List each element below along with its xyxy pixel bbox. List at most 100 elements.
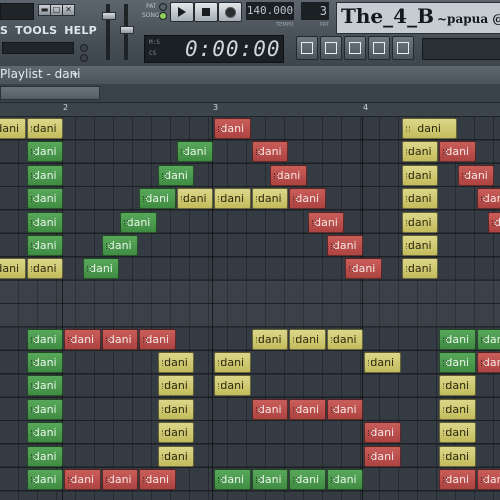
pattern-clip[interactable]: dani [345, 258, 382, 280]
pattern-clip[interactable]: dani [364, 422, 401, 444]
pattern-clip[interactable]: dani [251, 398, 288, 420]
pattern-clip[interactable]: dani [157, 398, 195, 420]
pattern-clip[interactable]: dani [289, 398, 326, 420]
pattern-clip[interactable]: dani [476, 352, 500, 373]
pattern-clip[interactable]: dani [26, 398, 63, 420]
pattern-clip[interactable]: dani [487, 211, 500, 233]
tempo-display[interactable]: 140.000 [246, 2, 294, 20]
pattern-clip[interactable]: dani [401, 211, 438, 233]
pattern-clip[interactable]: dani [176, 141, 213, 163]
pattern-clip[interactable]: dani [326, 469, 363, 490]
pattern-clip[interactable]: dani [26, 141, 63, 163]
pattern-clip[interactable]: dani [214, 469, 251, 490]
pattern-clip[interactable]: dani [401, 258, 438, 280]
pattern-clip[interactable]: dani [26, 211, 63, 233]
step-sequencer-button[interactable] [320, 36, 342, 60]
pattern-clip[interactable]: dani [26, 352, 63, 373]
pattern-clip[interactable]: dani [0, 118, 26, 139]
pattern-clip[interactable]: dani [26, 258, 63, 280]
pattern-clip[interactable]: dani [326, 235, 363, 256]
chevron-down-icon[interactable] [72, 73, 78, 77]
pattern-clip[interactable]: dani [251, 141, 288, 163]
pattern-clip[interactable]: dani [401, 188, 438, 210]
pattern-clip[interactable]: dani [26, 375, 63, 397]
pattern-clip[interactable]: dani [139, 188, 176, 210]
pattern-clip[interactable]: dani [0, 258, 26, 280]
pattern-clip[interactable]: dani [214, 188, 251, 210]
record-button[interactable] [218, 2, 242, 22]
pattern-clip[interactable]: dani [439, 352, 476, 373]
pattern-clip[interactable]: dani [26, 118, 63, 139]
piano-roll-button[interactable] [344, 36, 366, 60]
pattern-clip[interactable]: dani [64, 328, 101, 350]
pattern-clip[interactable]: dani [26, 164, 63, 186]
pattern-clip[interactable]: dani [157, 375, 195, 397]
menu-item-partial[interactable]: S [0, 24, 8, 37]
pattern-clip[interactable]: dani [214, 352, 251, 373]
pattern-clip[interactable]: dani [289, 328, 326, 350]
pattern-clip[interactable]: dani [251, 328, 288, 350]
pattern-clip[interactable]: dani [214, 118, 251, 139]
pattern-clip[interactable]: dani [157, 422, 195, 444]
close-button[interactable]: ✕ [62, 4, 75, 16]
browser-button[interactable] [368, 36, 390, 60]
pattern-clip[interactable]: dani [139, 469, 176, 490]
pattern-clip[interactable]: dani [82, 258, 120, 280]
pattern-clip[interactable]: dani [26, 469, 63, 490]
pattern-clip[interactable]: dani [476, 469, 500, 490]
pattern-mode-led[interactable] [159, 3, 167, 11]
pattern-clip[interactable]: dani [214, 375, 251, 397]
pattern-clip[interactable]: dani [139, 328, 176, 350]
pattern-clip[interactable]: dani [401, 235, 438, 256]
pattern-display[interactable]: 3 [301, 2, 329, 20]
pattern-clip[interactable]: dani [401, 118, 457, 139]
pattern-clip[interactable]: dani [326, 398, 363, 420]
pattern-clip[interactable]: dani [270, 164, 307, 186]
pattern-clip[interactable]: dani [26, 188, 63, 210]
pattern-clip[interactable]: dani [251, 469, 288, 490]
timeline-ruler[interactable]: 2 3 4 [0, 103, 500, 117]
pattern-clip[interactable]: dani [476, 188, 500, 210]
pattern-clip[interactable]: dani [26, 235, 63, 256]
pattern-clip[interactable]: dani [439, 422, 476, 444]
master-volume-fader[interactable] [102, 12, 116, 20]
song-time-display[interactable]: M:S CS 0:00:00 [144, 35, 284, 63]
mixer-button[interactable] [392, 36, 414, 60]
pattern-clip[interactable]: dani [401, 141, 438, 163]
pattern-clip[interactable]: dani [439, 398, 476, 420]
pattern-clip[interactable]: dani [457, 164, 495, 186]
pattern-clip[interactable]: dani [101, 469, 138, 490]
pattern-clip[interactable]: dani [364, 445, 401, 467]
pattern-clip[interactable]: dani [157, 445, 195, 467]
play-button[interactable] [170, 2, 194, 22]
playlist-grid[interactable]: danidanidanidanidanidanidanidanidanidani… [0, 117, 500, 500]
pattern-clip[interactable]: dani [439, 445, 476, 467]
menu-item-tools[interactable]: TOOLS [15, 24, 57, 37]
pattern-clip[interactable]: dani [64, 469, 101, 490]
pattern-clip[interactable]: dani [476, 328, 500, 350]
pattern-clip[interactable]: dani [251, 188, 288, 210]
pattern-clip[interactable]: dani [26, 328, 63, 350]
pattern-clip[interactable]: dani [157, 352, 195, 373]
pattern-clip[interactable]: dani [364, 352, 401, 373]
playlist-window-button[interactable] [296, 36, 318, 60]
pattern-clip[interactable]: dani [157, 164, 195, 186]
pattern-clip[interactable]: dani [307, 211, 345, 233]
pattern-clip[interactable]: dani [289, 469, 326, 490]
pattern-clip[interactable]: dani [120, 211, 157, 233]
pattern-clip[interactable]: dani [101, 235, 138, 256]
pattern-clip[interactable]: dani [289, 188, 326, 210]
pattern-clip[interactable]: dani [26, 445, 63, 467]
pattern-clip[interactable]: dani [101, 328, 138, 350]
pattern-clip[interactable]: dani [439, 469, 476, 490]
pattern-selector[interactable] [0, 86, 100, 100]
pattern-clip[interactable]: dani [401, 164, 438, 186]
stop-button[interactable] [194, 2, 218, 22]
pattern-clip[interactable]: dani [26, 422, 63, 444]
master-pitch-fader[interactable] [120, 26, 134, 34]
pattern-clip[interactable]: dani [176, 188, 213, 210]
pattern-clip[interactable]: dani [439, 328, 476, 350]
pattern-clip[interactable]: dani [439, 375, 476, 397]
menu-item-help[interactable]: HELP [64, 24, 97, 37]
pattern-clip[interactable]: dani [439, 141, 476, 163]
